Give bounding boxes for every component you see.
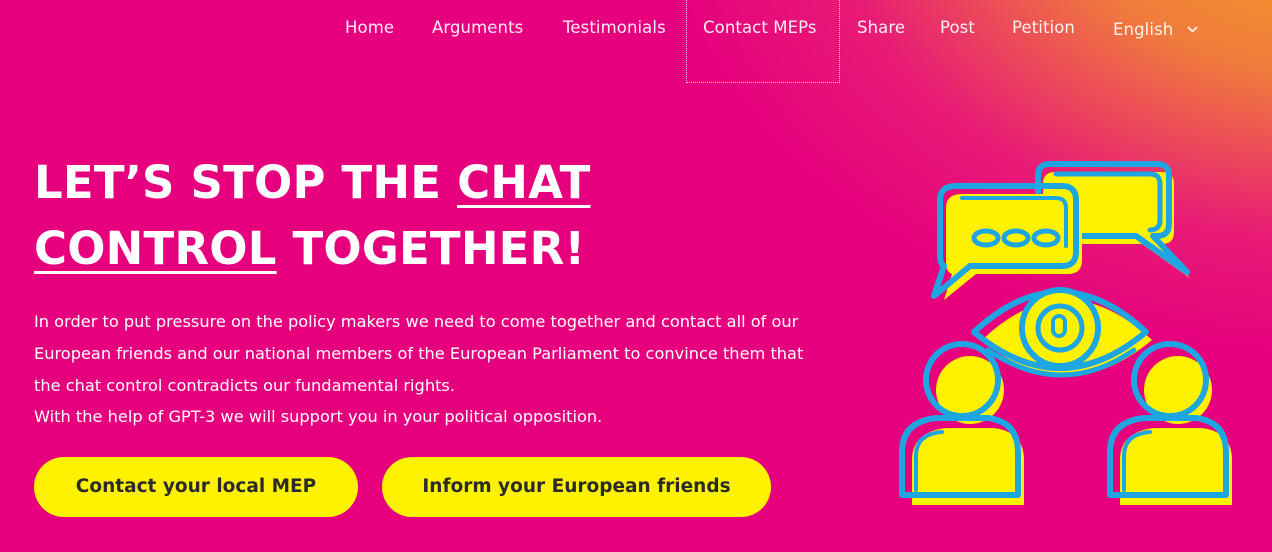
- intro-paragraph-1: In order to put pressure on the policy m…: [34, 312, 804, 395]
- headline-part2: TOGETHER!: [276, 222, 586, 275]
- nav-item-share[interactable]: Share: [857, 18, 905, 37]
- speech-bubble-front-icon: [931, 183, 1082, 300]
- intro-paragraph-2: With the help of GPT-3 we will support y…: [34, 407, 603, 426]
- nav-item-petition[interactable]: Petition: [1012, 18, 1075, 37]
- headline-part1: LET’S STOP THE: [34, 156, 458, 209]
- person-right-icon: [1107, 341, 1232, 505]
- top-navigation: Home Arguments Testimonials Contact MEPs…: [0, 0, 1272, 83]
- person-left-icon: [899, 341, 1024, 505]
- nav-item-arguments[interactable]: Arguments: [432, 18, 523, 37]
- surveillance-chat-illustration: [890, 150, 1250, 515]
- nav-item-testimonials[interactable]: Testimonials: [563, 18, 666, 37]
- nav-focus-outline: [686, 0, 840, 83]
- contact-mep-button[interactable]: Contact your local MEP: [34, 457, 358, 517]
- hero-intro: In order to put pressure on the policy m…: [34, 306, 834, 433]
- chevron-down-icon: [1187, 18, 1198, 37]
- headline-emph-chat: CHAT: [457, 156, 591, 209]
- inform-friends-button[interactable]: Inform your European friends: [382, 457, 771, 517]
- nav-item-contact-meps[interactable]: Contact MEPs: [703, 18, 817, 37]
- language-selector[interactable]: English: [1113, 18, 1198, 39]
- language-label: English: [1113, 20, 1174, 39]
- hero-headline: LET’S STOP THE CHAT CONTROL TOGETHER!: [34, 150, 734, 282]
- nav-item-home[interactable]: Home: [345, 18, 394, 37]
- eye-icon: [971, 287, 1152, 378]
- headline-emph-control: CONTROL: [34, 222, 277, 275]
- nav-item-post[interactable]: Post: [940, 18, 975, 37]
